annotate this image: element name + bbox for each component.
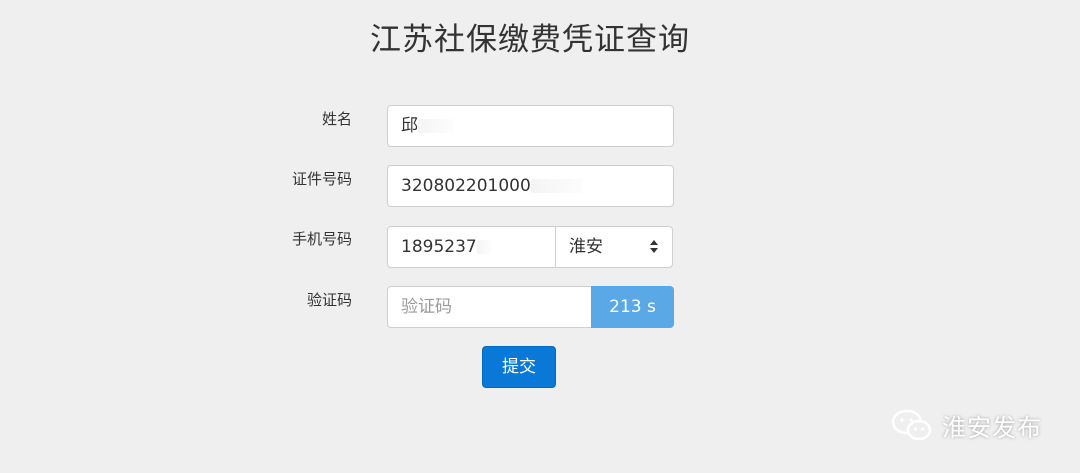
page-title: 江苏社保缴费凭证查询 bbox=[370, 22, 690, 58]
id-number-label: 证件号码 bbox=[291, 170, 352, 188]
phone-input[interactable]: 1895237 bbox=[387, 226, 556, 268]
name-label: 姓名 bbox=[321, 110, 352, 128]
redaction-mask bbox=[476, 240, 491, 254]
phone-value: 1895237 bbox=[401, 237, 477, 257]
captcha-input[interactable]: 验证码 bbox=[387, 286, 592, 328]
watermark: 淮安发布 bbox=[890, 405, 1042, 445]
submit-button[interactable]: 提交 bbox=[482, 346, 556, 388]
redaction-mask bbox=[418, 119, 454, 133]
city-select-value: 淮安 bbox=[569, 237, 603, 257]
captcha-placeholder: 验证码 bbox=[401, 297, 452, 317]
resend-countdown-button[interactable]: 213 s bbox=[591, 286, 674, 328]
name-input[interactable]: 邱 bbox=[387, 105, 674, 147]
select-updown-icon bbox=[650, 240, 658, 254]
id-number-value: 320802201000 bbox=[401, 176, 531, 196]
phone-label: 手机号码 bbox=[291, 230, 352, 248]
redaction-mask bbox=[530, 179, 583, 193]
id-number-input[interactable]: 320802201000 bbox=[387, 165, 674, 207]
captcha-label: 验证码 bbox=[306, 291, 352, 309]
city-select[interactable]: 淮安 bbox=[555, 226, 673, 268]
name-value: 邱 bbox=[401, 116, 418, 136]
wechat-icon bbox=[890, 408, 934, 442]
watermark-text: 淮安发布 bbox=[942, 413, 1042, 442]
